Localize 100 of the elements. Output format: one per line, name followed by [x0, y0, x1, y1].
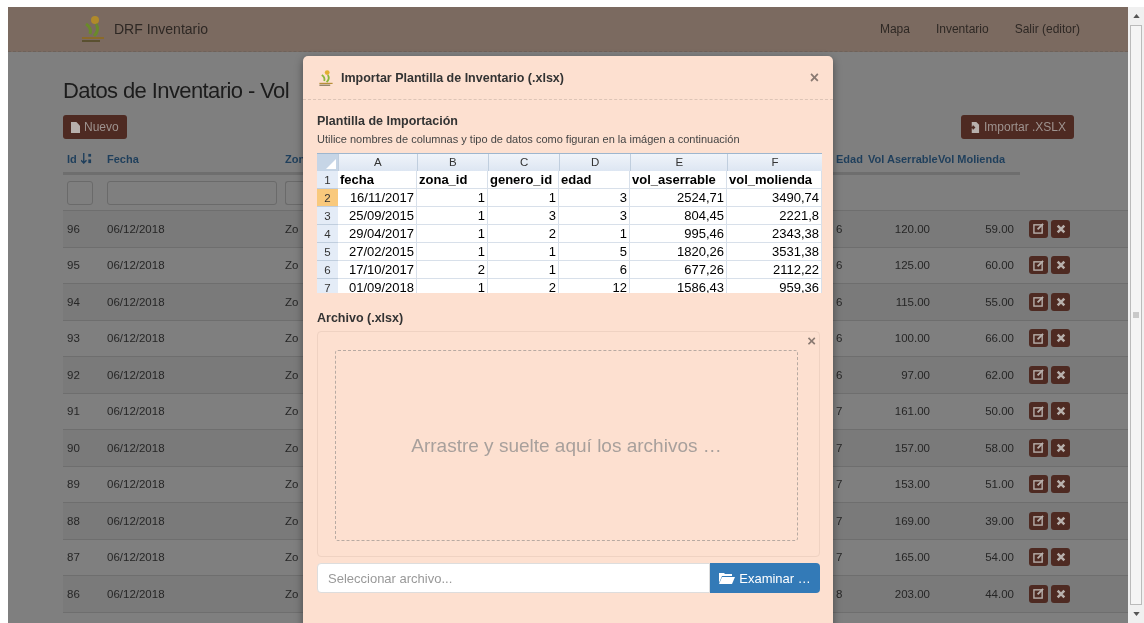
delete-button[interactable] — [1051, 511, 1070, 530]
sheet-cell: 1 — [477, 208, 485, 223]
scroll-up-icon[interactable] — [1132, 14, 1140, 18]
table-cell: 6 — [836, 332, 843, 345]
delete-button[interactable] — [1051, 438, 1070, 457]
table-cell: 94 — [67, 295, 80, 308]
table-cell: 62.00 — [985, 368, 1014, 381]
delete-button[interactable] — [1051, 329, 1070, 348]
delete-button[interactable] — [1051, 548, 1070, 567]
scroll-thumb[interactable] — [1130, 25, 1142, 605]
delete-button[interactable] — [1051, 365, 1070, 384]
browse-button[interactable]: Examinar … — [710, 563, 820, 593]
edit-button[interactable] — [1029, 548, 1048, 567]
table-cell: 86 — [67, 587, 80, 600]
column-header[interactable]: Edad — [836, 153, 863, 165]
edit-button[interactable] — [1029, 219, 1048, 238]
table-cell: 7 — [836, 551, 843, 564]
edit-button[interactable] — [1029, 584, 1048, 603]
close-icon — [1055, 333, 1066, 344]
column-header: C — [488, 154, 560, 171]
table-cell: 95 — [67, 259, 80, 272]
table-cell: Zo — [285, 295, 299, 308]
table-cell: 44.00 — [985, 587, 1014, 600]
nav-link[interactable]: Inventario — [935, 22, 989, 36]
close-button[interactable]: × — [809, 68, 819, 87]
sheet-cell: genero_id — [490, 172, 553, 187]
edit-icon — [1033, 405, 1044, 417]
table-cell: 6 — [836, 222, 843, 235]
table-cell: 66.00 — [985, 332, 1014, 345]
table-cell: 06/12/2018 — [107, 259, 165, 272]
table-cell: Zo — [285, 332, 299, 345]
delete-button[interactable] — [1051, 292, 1070, 311]
sheet-cell: 1 — [477, 190, 485, 205]
table-cell: 88 — [67, 514, 80, 527]
column-header[interactable]: Fecha — [107, 153, 139, 165]
table-cell: 54.00 — [985, 551, 1014, 564]
triangle-icon — [325, 159, 336, 169]
sheet-cell: 959,36 — [779, 280, 819, 293]
close-icon — [1055, 515, 1066, 526]
sheet-cell: 1 — [477, 280, 485, 293]
row-header: 2 — [317, 189, 338, 207]
edit-button[interactable] — [1029, 475, 1048, 494]
delete-button[interactable] — [1051, 219, 1070, 238]
close-icon — [1055, 260, 1066, 271]
nav-link[interactable]: Mapa — [879, 22, 910, 36]
column-header[interactable]: Id — [67, 153, 77, 165]
table-cell: Zo — [285, 259, 299, 272]
sheet-cell: 1 — [548, 262, 556, 277]
delete-button[interactable] — [1051, 475, 1070, 494]
table-cell: Zo — [285, 222, 299, 235]
sheet-cell: 1 — [477, 226, 485, 241]
edit-button[interactable] — [1029, 365, 1048, 384]
column-header[interactable]: Vol Aserrable — [868, 153, 938, 165]
table-cell: 06/12/2018 — [107, 551, 165, 564]
drop-hint: Arrastre y suelte aquí los archivos … — [411, 434, 722, 457]
edit-icon — [1033, 442, 1044, 454]
import-button[interactable]: Importar .XSLX — [960, 115, 1074, 139]
sheet-cell: 2 — [477, 262, 485, 277]
scroll-down-icon[interactable] — [1132, 612, 1140, 616]
table-cell: 39.00 — [985, 514, 1014, 527]
sheet-cell: fecha — [340, 172, 374, 187]
nav-link[interactable]: Salir (editor) — [1014, 22, 1080, 36]
edit-button[interactable] — [1029, 329, 1048, 348]
new-button[interactable]: Nuevo — [63, 115, 127, 139]
sheet-cell: 2343,38 — [772, 226, 819, 241]
scrollbar[interactable] — [1128, 7, 1144, 623]
table-cell: 06/12/2018 — [107, 368, 165, 381]
file-field[interactable]: Seleccionar archivo... — [317, 563, 710, 593]
table-cell: 203.00 — [894, 587, 930, 600]
edit-button[interactable] — [1029, 402, 1048, 421]
table-cell: 51.00 — [985, 478, 1014, 491]
close-icon — [1055, 369, 1066, 380]
brand-name[interactable]: DRF Inventario — [114, 21, 209, 37]
delete-button[interactable] — [1051, 402, 1070, 421]
sheet-cell: 17/10/2017 — [348, 262, 414, 277]
close-button[interactable]: × — [807, 332, 816, 349]
row-header: 5 — [317, 243, 338, 261]
sheet-cell: 3 — [619, 208, 627, 223]
edit-icon — [1033, 259, 1044, 271]
table-cell: 96 — [67, 222, 80, 235]
close-icon — [1055, 442, 1066, 453]
table-cell: 06/12/2018 — [107, 295, 165, 308]
delete-button[interactable] — [1051, 584, 1070, 603]
edit-button[interactable] — [1029, 292, 1048, 311]
edit-button[interactable] — [1029, 511, 1048, 530]
sort-icon[interactable] — [80, 153, 92, 164]
table-cell: 169.00 — [894, 514, 930, 527]
edit-button[interactable] — [1029, 256, 1048, 275]
sheet-cell: 804,45 — [684, 208, 724, 223]
table-cell: 59.00 — [985, 222, 1014, 235]
sheet-cell: 01/09/2018 — [348, 280, 414, 293]
row-header: 1 — [317, 171, 338, 189]
filter-field[interactable] — [285, 180, 303, 205]
column-header: E — [630, 154, 728, 171]
delete-button[interactable] — [1051, 256, 1070, 275]
sheet-cell: 995,46 — [684, 226, 724, 241]
drop-zone[interactable]: × Arrastre y suelte aquí los archivos … — [317, 331, 820, 557]
sheet-cell: 1 — [619, 226, 627, 241]
edit-button[interactable] — [1029, 438, 1048, 457]
column-header[interactable]: Vol Molienda — [938, 153, 1006, 165]
